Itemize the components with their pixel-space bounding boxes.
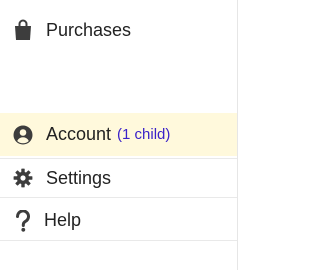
question-icon [12,209,34,232]
menu-item-label: Help [44,210,82,230]
menu-item-account[interactable]: Account (1 child) [0,113,237,156]
gear-icon [12,167,34,189]
side-menu: Purchases Account (1 child) Settings Hel… [0,0,247,270]
shopping-bag-icon [12,19,34,41]
menu-item-purchases[interactable]: Purchases [0,12,237,48]
user-circle-icon [12,124,34,146]
menu-item-settings[interactable]: Settings [0,158,237,198]
menu-item-help[interactable]: Help [0,201,237,241]
menu-item-label: Purchases [46,19,132,40]
menu-item-label: Settings [46,167,112,188]
menu-item-label: Account [46,124,112,144]
child-count: (1 child) [117,126,171,143]
menu-divider [237,0,238,270]
